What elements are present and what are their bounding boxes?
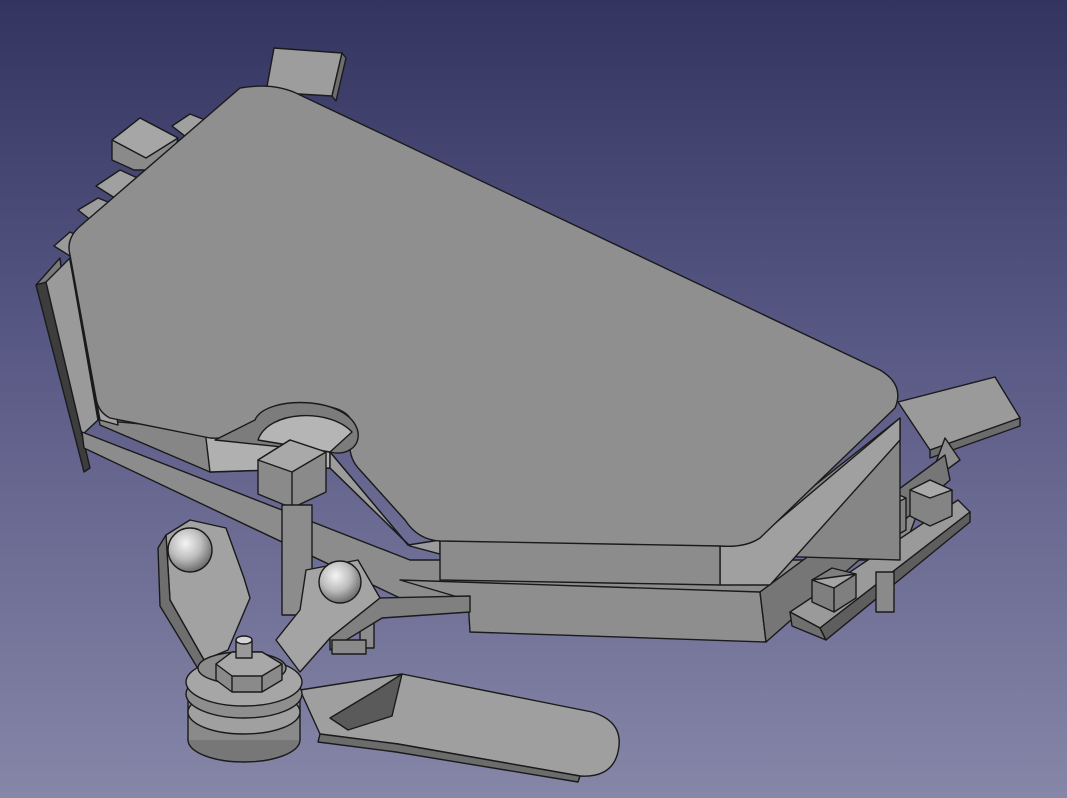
3d-model[interactable] [0, 0, 1067, 798]
handle-lever[interactable] [299, 673, 620, 783]
3d-viewport[interactable] [0, 0, 1067, 798]
right-tab[interactable] [897, 376, 1021, 459]
ball-joint [318, 560, 362, 604]
ball-joint [167, 527, 213, 573]
